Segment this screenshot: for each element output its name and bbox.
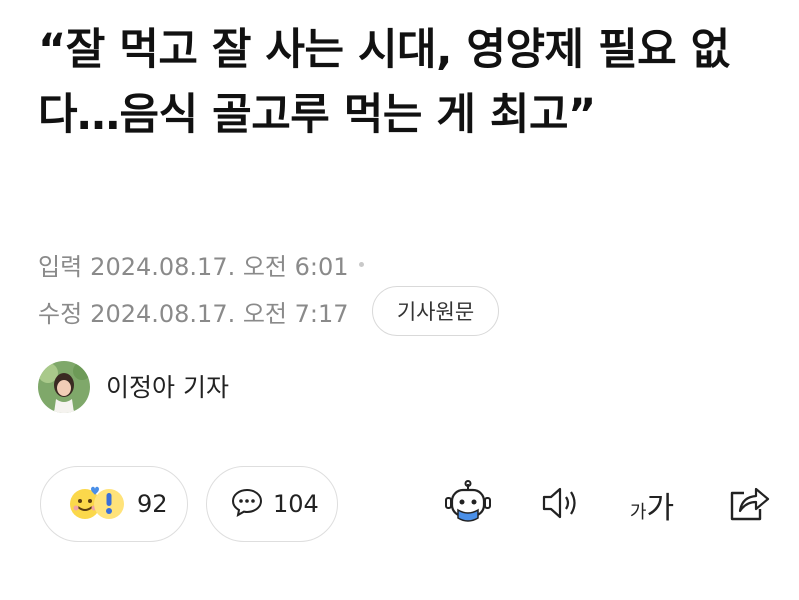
published-label: 입력: [38, 253, 83, 281]
published-date: 입력 2024.08.17. 오전 6:01: [38, 247, 364, 282]
published-value: 2024.08.17. 오전 6:01: [90, 253, 349, 281]
listen-button[interactable]: [535, 480, 587, 530]
speaker-icon: [539, 485, 583, 525]
font-size-icon: 가가: [630, 483, 674, 527]
reporter-avatar[interactable]: [38, 361, 90, 413]
reporter-name[interactable]: 이정아 기자: [106, 368, 229, 404]
article-headline: “잘 먹고 잘 사는 시대, 영양제 필요 없다…음식 골고루 먹는 게 최고”: [38, 25, 730, 140]
separator-dot: [358, 262, 364, 267]
comment-button[interactable]: 104: [206, 466, 338, 542]
summary-bot-button[interactable]: [442, 480, 494, 530]
share-icon: [726, 483, 770, 527]
comment-count: 104: [273, 490, 319, 518]
reaction-button[interactable]: 92: [40, 466, 188, 542]
reaction-count: 92: [137, 490, 168, 518]
comment-icon: [231, 487, 263, 521]
reaction-emoji-icon: [65, 482, 127, 526]
modified-label: 수정: [38, 300, 83, 328]
font-size-small: 가: [629, 502, 647, 523]
modified-value: 2024.08.17. 오전 7:17: [90, 300, 349, 328]
robot-icon: [443, 480, 493, 530]
font-size-button[interactable]: 가가: [624, 480, 680, 530]
share-button[interactable]: [722, 480, 774, 530]
font-size-large: 가: [646, 491, 675, 526]
original-article-button[interactable]: 기사원문: [372, 286, 499, 336]
modified-date: 수정 2024.08.17. 오전 7:17: [38, 294, 349, 329]
